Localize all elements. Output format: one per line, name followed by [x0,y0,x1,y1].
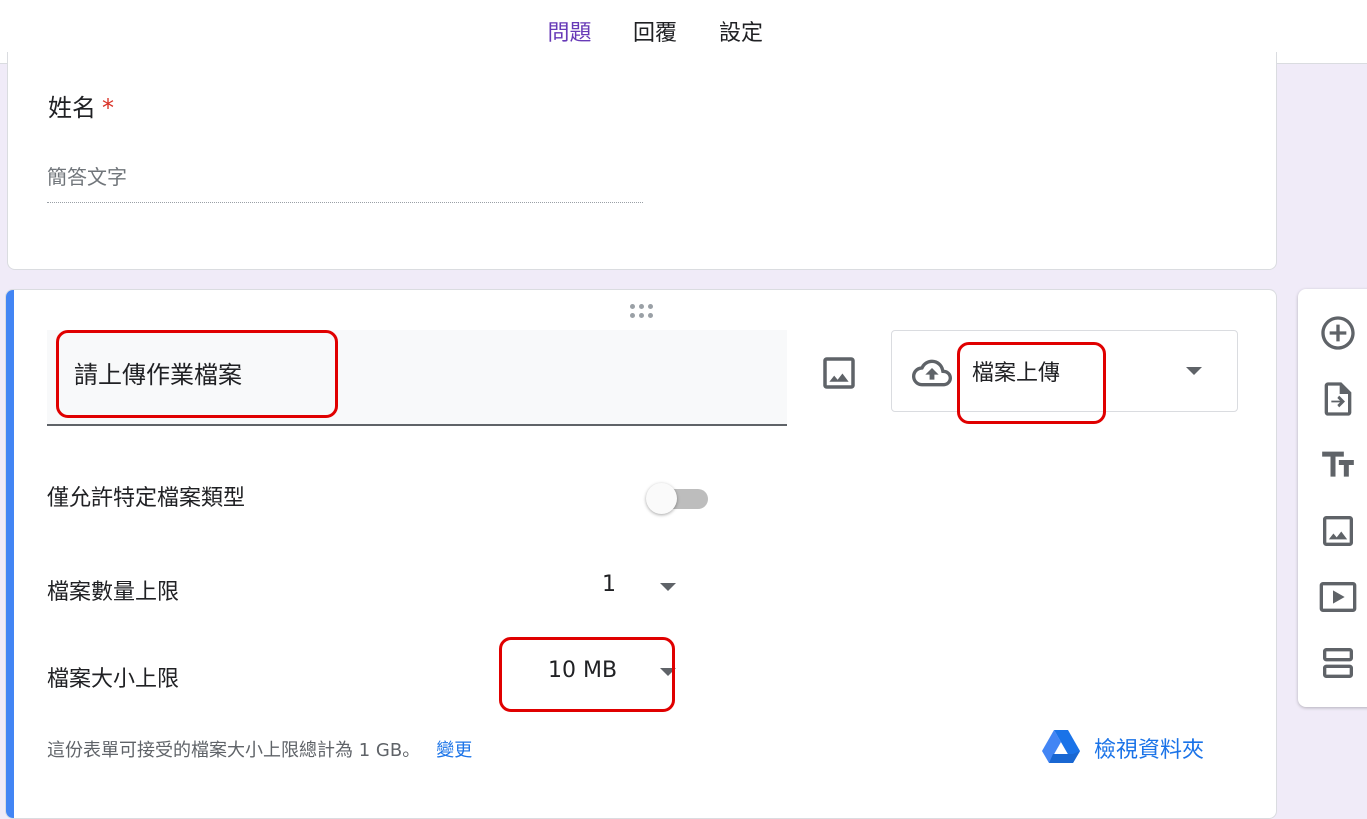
question-card-upload[interactable]: 請上傳作業檔案 檔案上傳 僅允許特定檔案類型 檔案數量上限 1 檔案大小上限 1… [5,289,1277,819]
chevron-down-icon [660,668,676,676]
chevron-down-icon [1186,367,1202,375]
allow-types-toggle[interactable] [644,480,710,516]
google-drive-icon [1042,730,1080,764]
allow-types-label: 僅允許特定檔案類型 [47,486,246,511]
tab-questions-label: 問題 [547,21,592,46]
required-marker: * [102,94,114,122]
side-toolbar [1298,289,1367,707]
question-title-text: 姓名 [48,94,96,122]
question-title-input[interactable]: 請上傳作業檔案 [47,330,787,426]
active-card-indicator [6,290,14,818]
question-type-select[interactable]: 檔案上傳 [891,330,1238,412]
max-count-label: 檔案數量上限 [47,580,180,605]
size-limit-note: 這份表單可接受的檔案大小上限總計為 1 GB。 變更 [47,736,472,762]
toggle-knob [646,483,677,514]
question-type-label: 檔案上傳 [972,361,1061,386]
max-size-value: 10 MB [548,658,618,683]
chevron-down-icon [660,583,676,591]
max-size-dropdown[interactable]: 10 MB [506,646,686,696]
short-answer-placeholder: 簡答文字 [47,162,643,203]
view-folder-label: 檢視資料夾 [1094,738,1205,763]
add-image-icon[interactable] [818,352,860,394]
add-section-icon[interactable] [1318,643,1358,683]
max-count-value: 1 [602,572,616,597]
tab-settings-label: 設定 [718,21,763,46]
add-video-icon[interactable] [1318,577,1358,617]
question-card-name[interactable]: 姓名 * 簡答文字 [7,52,1277,270]
add-title-icon[interactable] [1318,445,1358,485]
import-questions-icon[interactable] [1318,379,1358,419]
max-size-label: 檔案大小上限 [47,667,180,692]
cloud-upload-icon [912,353,952,393]
add-question-icon[interactable] [1318,313,1358,353]
size-limit-note-text: 這份表單可接受的檔案大小上限總計為 1 GB。 [47,740,421,761]
max-count-dropdown[interactable]: 1 [586,566,686,606]
question-title: 姓名 * [48,88,114,123]
add-image-icon[interactable] [1318,511,1358,551]
change-limit-link[interactable]: 變更 [436,740,472,761]
drag-handle-icon[interactable] [630,304,658,320]
tab-responses-label: 回覆 [632,21,677,46]
